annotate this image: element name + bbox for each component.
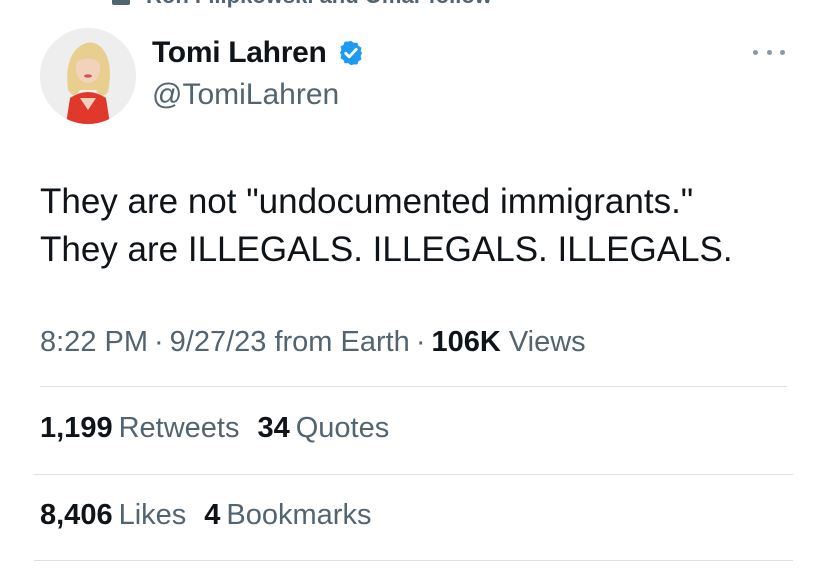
more-dot bbox=[753, 49, 758, 55]
bookmarks-stat[interactable]: 4 Bookmarks bbox=[204, 499, 371, 532]
avatar[interactable] bbox=[40, 28, 136, 124]
author-handle[interactable]: @TomiLahren bbox=[152, 78, 339, 112]
tweet-meta: 8:22 PM · 9/27/23 from Earth · 106K View… bbox=[40, 326, 586, 359]
quotes-count: 34 bbox=[257, 412, 290, 444]
social-context-text: Ron Filipkowski and Omar follow bbox=[146, 0, 492, 9]
person-icon bbox=[112, 0, 130, 5]
retweets-label: Retweets bbox=[118, 412, 240, 444]
likes-stat[interactable]: 8,406 Likes bbox=[40, 499, 186, 532]
quotes-stat[interactable]: 34 Quotes bbox=[257, 412, 389, 445]
divider bbox=[34, 560, 793, 561]
meta-separator: · bbox=[415, 326, 426, 358]
bookmarks-label: Bookmarks bbox=[226, 499, 372, 531]
views-label: Views bbox=[508, 326, 586, 358]
engagement-row-2: 8,406 Likes 4 Bookmarks bbox=[40, 499, 389, 532]
tweet-line: They are not "undocumented immigrants." bbox=[40, 182, 694, 221]
tweet-time[interactable]: 8:22 PM bbox=[40, 326, 148, 359]
engagement-row-1: 1,199 Retweets 34 Quotes bbox=[40, 412, 407, 445]
verified-badge-icon bbox=[339, 40, 362, 66]
tweet-source: from Earth bbox=[274, 326, 410, 358]
tweet-text: They are not "undocumented immigrants." … bbox=[40, 178, 800, 274]
author-name[interactable]: Tomi Lahren bbox=[152, 36, 327, 70]
divider bbox=[40, 386, 787, 387]
more-options-icon[interactable] bbox=[753, 40, 785, 64]
likes-label: Likes bbox=[118, 499, 187, 531]
tweet-date[interactable]: 9/27/23 bbox=[170, 326, 267, 359]
social-context[interactable]: Ron Filipkowski and Omar follow bbox=[110, 0, 492, 8]
avatar-image bbox=[40, 28, 136, 124]
views-count: 106K bbox=[431, 326, 501, 358]
retweets-stat[interactable]: 1,199 Retweets bbox=[40, 412, 239, 445]
divider bbox=[34, 474, 793, 475]
quotes-label: Quotes bbox=[295, 412, 390, 444]
more-dot bbox=[766, 49, 772, 55]
tweet-line: They are ILLEGALS. ILLEGALS. ILLEGALS. bbox=[40, 230, 733, 269]
retweets-count: 1,199 bbox=[40, 412, 113, 444]
author-name-row[interactable]: Tomi Lahren bbox=[152, 36, 365, 70]
bookmarks-count: 4 bbox=[204, 499, 221, 531]
more-dot bbox=[780, 49, 785, 55]
meta-separator: · bbox=[154, 326, 164, 358]
likes-count: 8,406 bbox=[40, 499, 113, 531]
